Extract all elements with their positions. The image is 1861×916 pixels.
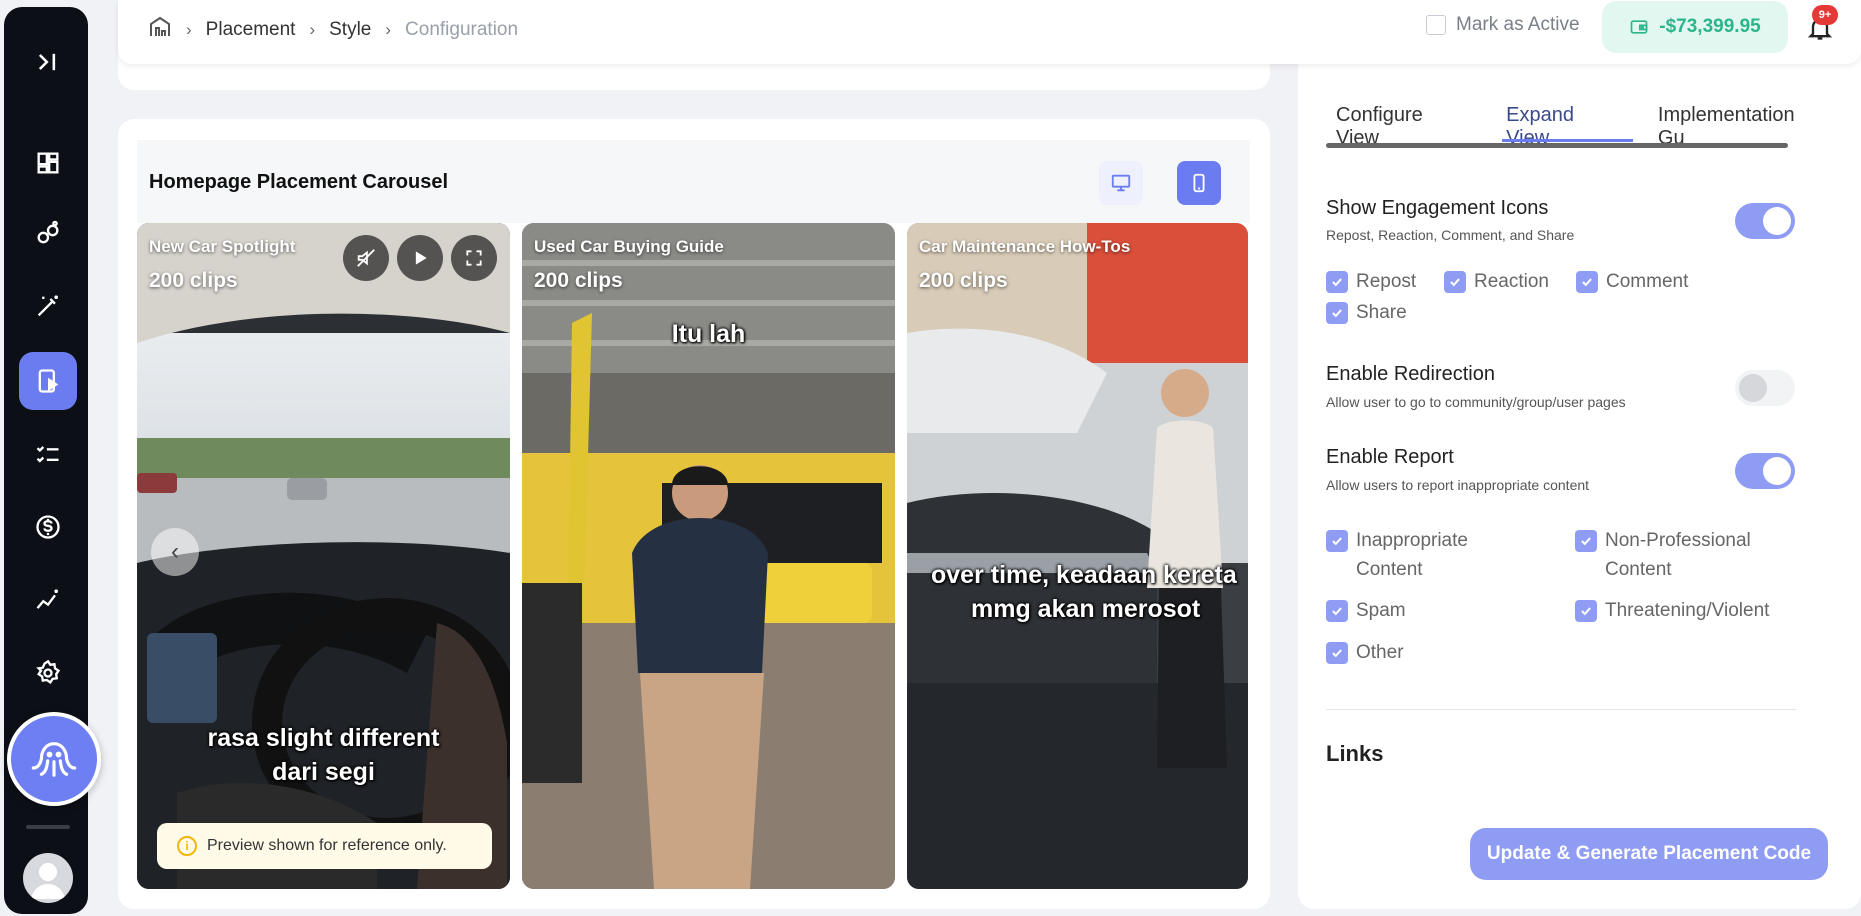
clip-count: 200 clips bbox=[919, 269, 1008, 292]
clip-caption: Itu lah bbox=[671, 320, 746, 348]
clip-title: Used Car Buying Guide bbox=[534, 237, 724, 256]
mark-active-label: Mark as Active bbox=[1456, 14, 1580, 35]
check-icon[interactable] bbox=[1575, 600, 1597, 622]
clip-card[interactable]: New Car Spotlight 200 clips ‹ rasa sligh… bbox=[137, 223, 510, 889]
comment-checkbox[interactable]: Comment bbox=[1576, 267, 1688, 296]
tabs-scrollbar[interactable] bbox=[1326, 143, 1788, 148]
spam-checkbox[interactable]: Spam bbox=[1326, 596, 1406, 625]
analytics-icon[interactable] bbox=[19, 571, 77, 629]
reaction-checkbox[interactable]: Reaction bbox=[1444, 267, 1549, 296]
magic-wand-icon[interactable] bbox=[19, 277, 77, 335]
clip-title: Car Maintenance How-Tos bbox=[919, 237, 1131, 256]
clip-thumbnail-car-maintenance bbox=[907, 223, 1248, 889]
mark-active-box[interactable] bbox=[1426, 15, 1446, 35]
breadcrumb-configuration: Configuration bbox=[405, 19, 519, 40]
mark-active-checkbox[interactable]: Mark as Active bbox=[1426, 14, 1580, 36]
clip-caption: over time, keadaan kereta mmg akan meros… bbox=[931, 561, 1237, 623]
update-generate-button[interactable]: Update & Generate Placement Code bbox=[1470, 828, 1828, 880]
check-icon[interactable] bbox=[1326, 600, 1348, 622]
preview-header: Homepage Placement Carousel bbox=[137, 140, 1250, 223]
report-title: Enable Report bbox=[1326, 446, 1454, 468]
preview-title: Homepage Placement Carousel bbox=[149, 171, 448, 193]
other-checkbox[interactable]: Other bbox=[1326, 638, 1404, 667]
balance-amount: -$73,399.95 bbox=[1659, 16, 1761, 37]
clip-title: New Car Spotlight bbox=[149, 237, 296, 256]
billing-icon[interactable] bbox=[19, 498, 77, 556]
carousel-prev-button[interactable]: ‹ bbox=[151, 528, 199, 576]
settings-gear-icon[interactable] bbox=[19, 644, 77, 702]
play-icon[interactable] bbox=[397, 235, 443, 281]
check-icon[interactable] bbox=[1326, 271, 1348, 293]
assistant-octopus-button[interactable] bbox=[7, 712, 101, 806]
active-tab-indicator bbox=[1502, 139, 1633, 142]
checklist-icon[interactable] bbox=[19, 425, 77, 483]
clip-card[interactable]: Car Maintenance How-Tos 200 clips over t… bbox=[907, 223, 1248, 889]
desktop-view-button[interactable] bbox=[1099, 161, 1143, 205]
clip-caption: rasa slight different dari segi bbox=[207, 724, 440, 786]
mobile-view-button[interactable] bbox=[1177, 161, 1221, 205]
inappropriate-content-checkbox[interactable]: Inappropriate Content bbox=[1326, 526, 1468, 584]
placement-icon[interactable] bbox=[19, 352, 77, 410]
wallet-balance[interactable]: -$73,399.95 bbox=[1602, 1, 1788, 53]
engagement-subtitle: Repost, Reaction, Comment, and Share bbox=[1326, 227, 1575, 243]
check-icon[interactable] bbox=[1444, 271, 1466, 293]
check-icon[interactable] bbox=[1576, 271, 1598, 293]
engagement-toggle[interactable] bbox=[1735, 203, 1795, 239]
wallet-icon bbox=[1630, 20, 1648, 34]
community-icon[interactable] bbox=[19, 205, 77, 263]
report-toggle[interactable] bbox=[1735, 453, 1795, 489]
sidebar-divider bbox=[26, 825, 70, 829]
share-checkbox[interactable]: Share bbox=[1326, 298, 1407, 327]
clip-card[interactable]: Used Car Buying Guide 200 clips Itu lah bbox=[522, 223, 895, 889]
expand-sidebar-icon[interactable] bbox=[19, 33, 77, 91]
preview-notice: i Preview shown for reference only. bbox=[157, 823, 492, 869]
engagement-title: Show Engagement Icons bbox=[1326, 197, 1549, 219]
section-divider bbox=[1326, 709, 1796, 710]
non-professional-content-checkbox[interactable]: Non-Professional Content bbox=[1575, 526, 1751, 584]
breadcrumb-placement[interactable]: Placement bbox=[206, 19, 296, 41]
redirection-subtitle: Allow user to go to community/group/user… bbox=[1326, 394, 1626, 410]
top-header: › Placement › Style › Configuration Mark… bbox=[118, 0, 1861, 64]
redirection-title: Enable Redirection bbox=[1326, 363, 1495, 385]
fullscreen-icon[interactable] bbox=[451, 235, 497, 281]
redirection-toggle[interactable] bbox=[1735, 370, 1795, 406]
mute-icon[interactable] bbox=[343, 235, 389, 281]
clip-count: 200 clips bbox=[149, 269, 238, 292]
check-icon[interactable] bbox=[1326, 302, 1348, 324]
check-icon[interactable] bbox=[1326, 530, 1348, 552]
repost-checkbox[interactable]: Repost bbox=[1326, 267, 1416, 296]
user-avatar[interactable] bbox=[23, 853, 73, 903]
breadcrumb: › Placement › Style › Configuration bbox=[148, 15, 518, 45]
notification-badge: 9+ bbox=[1812, 5, 1838, 25]
info-icon: i bbox=[177, 836, 197, 856]
preview-notice-text: Preview shown for reference only. bbox=[207, 837, 447, 854]
breadcrumb-style[interactable]: Style bbox=[329, 19, 371, 41]
dashboard-icon[interactable] bbox=[19, 134, 77, 192]
clip-count: 200 clips bbox=[534, 269, 623, 292]
home-icon[interactable] bbox=[148, 15, 172, 45]
check-icon[interactable] bbox=[1326, 642, 1348, 664]
report-subtitle: Allow users to report inappropriate cont… bbox=[1326, 477, 1590, 493]
threatening-violent-checkbox[interactable]: Threatening/Violent bbox=[1575, 596, 1769, 625]
check-icon[interactable] bbox=[1575, 530, 1597, 552]
links-section-title: Links bbox=[1326, 741, 1384, 766]
